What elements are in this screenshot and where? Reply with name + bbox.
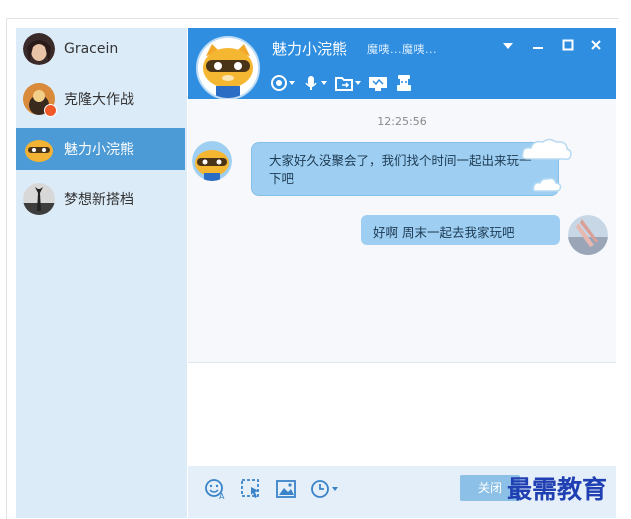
remote-desktop-icon[interactable]	[368, 74, 388, 92]
message-timestamp: 12:25:56	[377, 115, 427, 128]
message-area: 12:25:56 大家好久没聚会了，我们找个时间一起出来玩一下吧 好啊 周末一起…	[188, 99, 616, 362]
minimize-icon[interactable]	[528, 38, 548, 56]
busy-status-icon	[44, 104, 57, 117]
contact-item-gracein[interactable]: Gracein	[16, 28, 185, 70]
contact-item-dream-partner[interactable]: 梦想新搭档	[16, 178, 185, 220]
status-text: 魔咦...魔咦...	[367, 43, 437, 56]
watermark-text: 最需教育	[507, 475, 608, 504]
screenshot-icon[interactable]	[240, 478, 262, 500]
svg-text:A: A	[219, 492, 225, 500]
message-text: 好啊 周末一起去我家玩吧	[373, 225, 515, 240]
contact-item-raccoon[interactable]: 魅力小浣熊	[16, 128, 185, 170]
history-icon[interactable]	[310, 478, 342, 500]
video-call-icon[interactable]	[270, 74, 296, 92]
contact-name: 魅力小浣熊	[64, 142, 134, 158]
dropdown-menu-icon[interactable]	[498, 38, 518, 56]
incoming-message-bubble[interactable]: 大家好久没聚会了，我们找个时间一起出来玩一下吧	[251, 142, 559, 196]
contact-item-clone-battle[interactable]: 克隆大作战	[16, 78, 185, 120]
avatar	[23, 33, 55, 65]
contact-name: 梦想新搭档	[64, 192, 134, 208]
chat-title: 魅力小浣熊	[272, 40, 348, 58]
sender-avatar[interactable]	[192, 141, 232, 181]
cloud-decoration-icon	[521, 138, 572, 160]
file-transfer-icon[interactable]	[334, 74, 362, 92]
avatar	[23, 133, 55, 165]
close-icon[interactable]	[586, 38, 606, 56]
contact-name: 克隆大作战	[64, 92, 134, 108]
image-icon[interactable]	[275, 478, 297, 500]
message-text: 大家好久没聚会了，我们找个时间一起出来玩一下吧	[269, 153, 532, 186]
contact-name: Gracein	[64, 41, 119, 57]
chat-avatar[interactable]	[196, 36, 260, 100]
avatar	[23, 83, 57, 117]
message-input[interactable]	[188, 363, 616, 466]
app-launch-icon[interactable]	[394, 73, 414, 93]
avatar	[23, 183, 55, 215]
cloud-decoration-icon	[532, 177, 562, 192]
chat-window: 魅力小浣熊 魔咦...魔咦... 12:25:56 大家好久没聚会了，我们找个时…	[188, 28, 616, 518]
maximize-icon[interactable]	[558, 38, 578, 56]
chat-header: 魅力小浣熊 魔咦...魔咦...	[188, 28, 616, 100]
contact-list: Gracein 克隆大作战 魅力小浣熊 梦想新搭档	[16, 28, 187, 518]
voice-call-icon[interactable]	[302, 74, 328, 92]
chat-toolbar	[270, 71, 414, 95]
outgoing-message-bubble[interactable]: 好啊 周末一起去我家玩吧	[361, 215, 560, 245]
emoji-icon[interactable]: A	[204, 478, 226, 500]
my-avatar[interactable]	[568, 215, 608, 255]
